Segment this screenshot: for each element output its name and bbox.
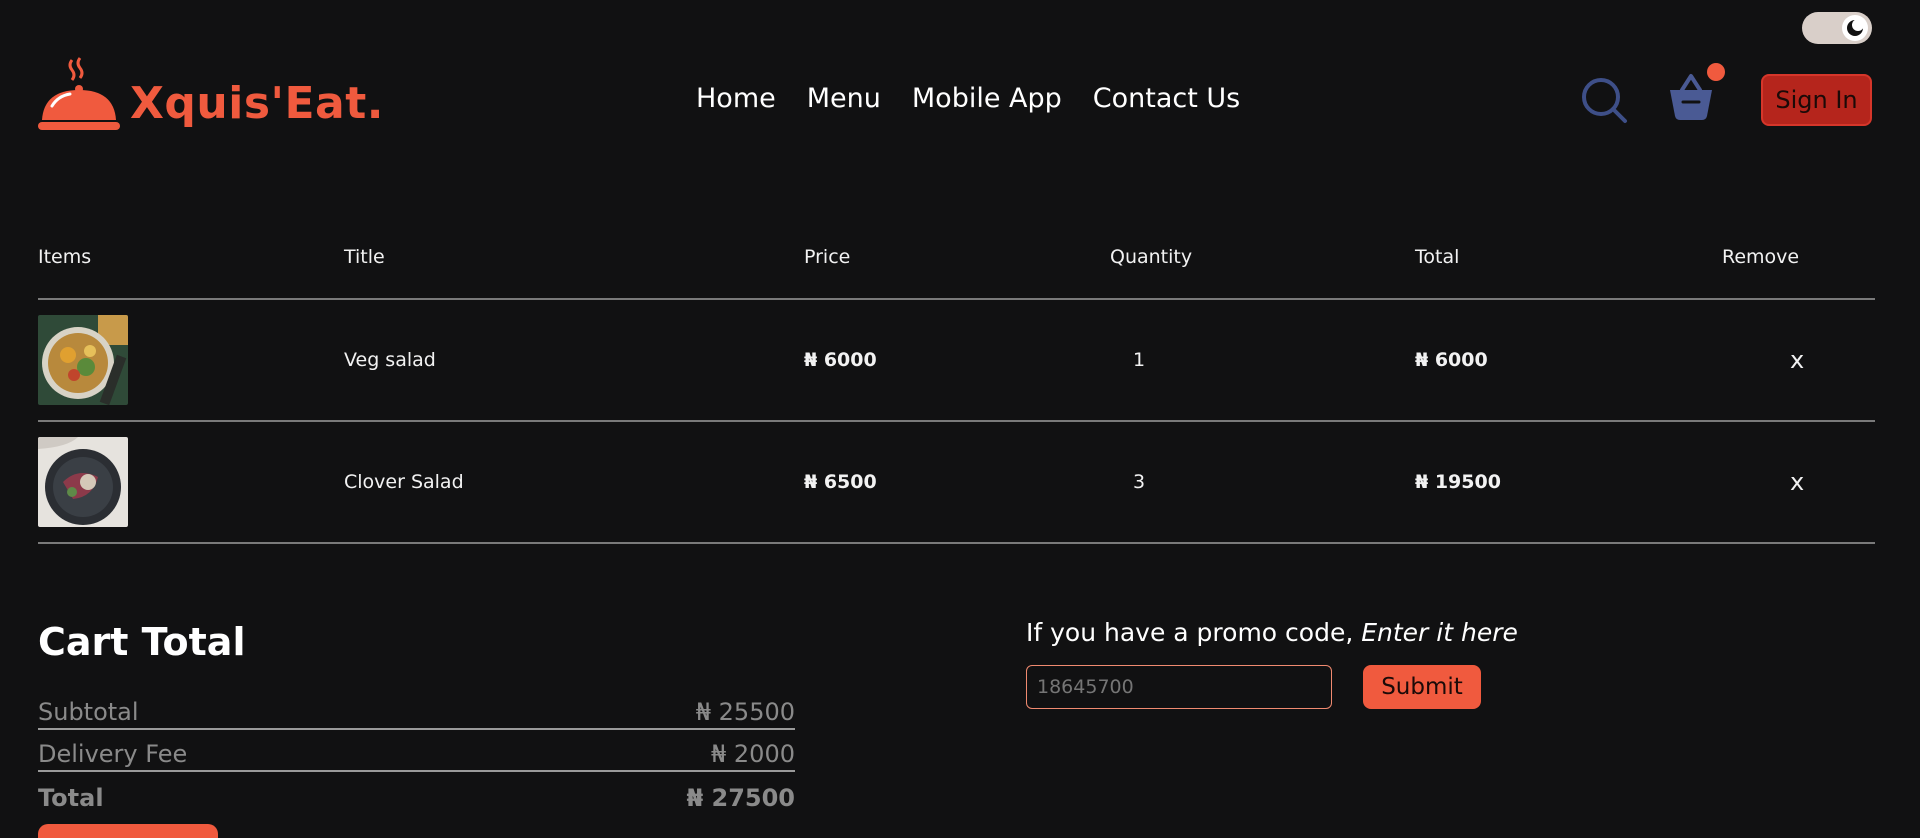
cart-total-heading: Cart Total [38, 620, 246, 664]
cart-notification-dot [1707, 63, 1725, 81]
search-icon[interactable] [1580, 76, 1628, 128]
cart-table: Items Title Price Quantity Total Remove … [38, 246, 1875, 544]
delivery-fee-value: ₦ 2000 [711, 740, 795, 768]
remove-button[interactable]: x [1790, 468, 1804, 496]
promo-form: Submit [1026, 665, 1518, 709]
header-price: Price [804, 246, 851, 268]
theme-toggle[interactable] [1802, 12, 1872, 44]
header-title: Title [344, 246, 385, 268]
moon-icon [1842, 15, 1868, 41]
item-price: ₦ 6000 [804, 349, 877, 371]
item-thumbnail [38, 315, 128, 405]
delivery-fee-row: Delivery Fee ₦ 2000 [38, 730, 795, 772]
total-value: ₦ 27500 [686, 784, 795, 812]
remove-button[interactable]: x [1790, 346, 1804, 374]
table-row: Clover Salad ₦ 6500 3 ₦ 19500 x [38, 422, 1875, 544]
basket-icon[interactable] [1668, 72, 1714, 126]
delivery-fee-label: Delivery Fee [38, 740, 188, 768]
header-items: Items [38, 246, 92, 268]
nav-home[interactable]: Home [696, 83, 776, 114]
promo-prompt-text: If you have a promo code, [1026, 618, 1362, 647]
brand-name: Xquis'Eat. [130, 78, 384, 129]
table-row: Veg salad ₦ 6000 1 ₦ 6000 x [38, 300, 1875, 422]
subtotal-value: ₦ 25500 [695, 698, 795, 726]
header-quantity: Quantity [1110, 246, 1193, 268]
total-label: Total [38, 784, 104, 812]
nav-mobile-app[interactable]: Mobile App [912, 83, 1062, 114]
item-quantity: 3 [1133, 471, 1146, 493]
nav-menu[interactable]: Menu [807, 83, 881, 114]
cart-total-panel: Cart Total Subtotal ₦ 25500 Delivery Fee… [38, 620, 795, 814]
header-total: Total [1415, 246, 1460, 268]
subtotal-row: Subtotal ₦ 25500 [38, 688, 795, 730]
subtotal-label: Subtotal [38, 698, 139, 726]
total-row: Total ₦ 27500 [38, 772, 795, 814]
main-nav: Home Menu Mobile App Contact Us [696, 83, 1240, 114]
item-total: ₦ 19500 [1415, 471, 1501, 493]
item-title: Veg salad [344, 349, 436, 371]
table-header: Items Title Price Quantity Total Remove [38, 246, 1875, 300]
item-title: Clover Salad [344, 471, 464, 493]
nav-contact-us[interactable]: Contact Us [1093, 83, 1240, 114]
item-total: ₦ 6000 [1415, 349, 1488, 371]
sign-in-button[interactable]: Sign In [1761, 74, 1872, 126]
header-remove: Remove [1722, 246, 1800, 268]
promo-prompt: If you have a promo code, Enter it here [1026, 618, 1518, 647]
promo-section: If you have a promo code, Enter it here … [1026, 618, 1518, 709]
cloche-icon [38, 57, 120, 130]
item-thumbnail [38, 437, 128, 527]
promo-submit-button[interactable]: Submit [1363, 665, 1481, 709]
brand-logo[interactable]: Xquis'Eat. [36, 56, 384, 136]
promo-code-input[interactable] [1026, 665, 1332, 709]
item-quantity: 1 [1133, 349, 1146, 371]
checkout-button[interactable] [38, 824, 218, 838]
item-price: ₦ 6500 [804, 471, 877, 493]
promo-prompt-emphasis: Enter it here [1361, 618, 1518, 647]
